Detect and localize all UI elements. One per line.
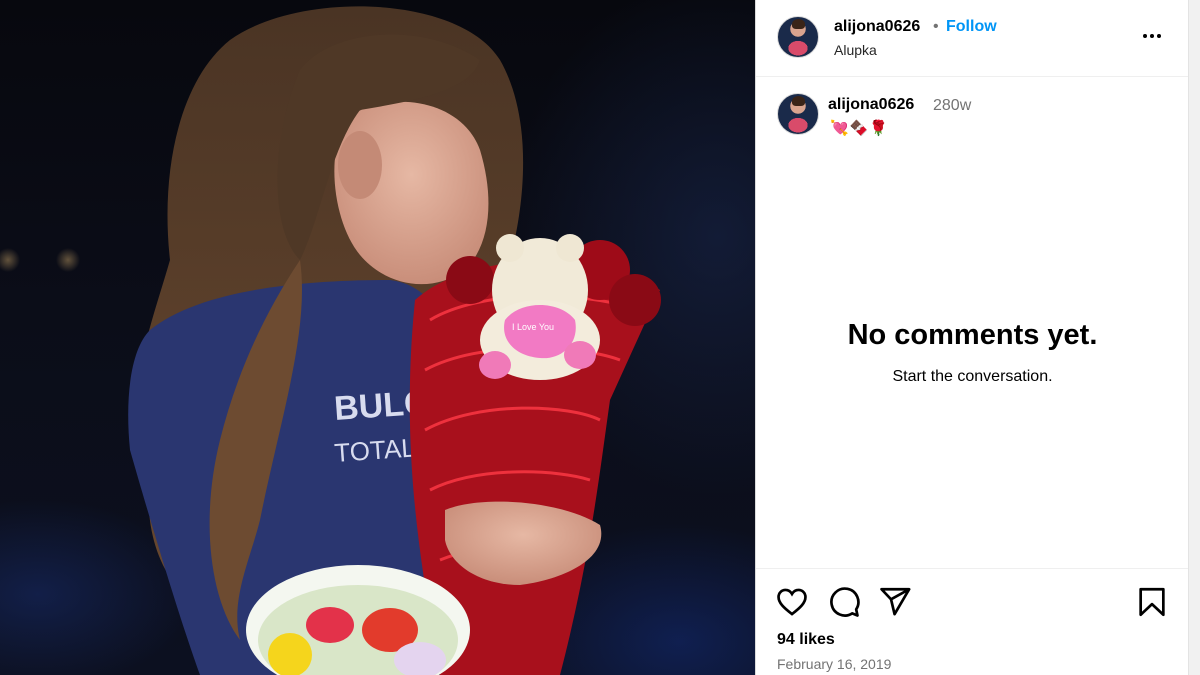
post-header: alijona0626 • Follow Alupka	[756, 0, 1189, 77]
more-options-icon[interactable]	[1140, 24, 1164, 48]
bokeh-light	[56, 248, 80, 272]
teddy-paw	[479, 351, 511, 379]
likes-count[interactable]: 94 likes	[777, 630, 835, 650]
rose-emoji: 🌹	[869, 120, 890, 137]
bookmark-icon[interactable]	[1135, 585, 1169, 619]
caption-timestamp[interactable]: 280w	[933, 96, 971, 116]
comment-icon[interactable]	[827, 585, 861, 619]
heart-icon[interactable]	[775, 585, 809, 619]
more-dot	[1157, 34, 1161, 38]
scrollbar-track[interactable]	[1188, 0, 1200, 675]
rose	[446, 256, 494, 304]
post-photo[interactable]: BULG TOTAL I Love You	[0, 0, 755, 675]
location-link[interactable]: Alupka	[834, 41, 877, 59]
teddy-paw	[564, 341, 596, 369]
post-actions: 94 likes February 16, 2019	[756, 568, 1189, 675]
ear	[338, 131, 382, 199]
photo-illustration: BULG TOTAL I Love You	[0, 6, 661, 675]
shirt-text: TOTAL	[333, 432, 416, 468]
more-dot	[1150, 34, 1154, 38]
egg-candy	[306, 607, 354, 643]
teddy-text: I Love You	[512, 322, 554, 332]
post-date[interactable]: February 16, 2019	[777, 655, 891, 673]
no-comments-subtitle: Start the conversation.	[892, 368, 1053, 385]
caption-avatar[interactable]	[777, 93, 819, 135]
teddy-ear	[496, 234, 524, 262]
chocolate-emoji: 🍫	[849, 120, 870, 137]
caption-username-link[interactable]: alijona0626	[828, 95, 914, 115]
teddy-ear	[556, 234, 584, 262]
smiley-candy	[268, 633, 312, 675]
username-link[interactable]: alijona0626	[834, 17, 920, 37]
no-comments-title: No comments yet.	[847, 319, 1098, 351]
bokeh-light	[0, 248, 20, 272]
separator-dot: •	[933, 18, 939, 35]
post-side-panel: alijona0626 • Follow Alupka alijona0626 …	[755, 0, 1189, 675]
rose	[609, 274, 661, 326]
avatar[interactable]	[777, 16, 819, 58]
caption-text: 💘🍫🌹	[830, 120, 889, 138]
follow-button[interactable]: Follow	[946, 17, 997, 37]
heart-emoji: 💘	[830, 120, 850, 137]
more-dot	[1143, 34, 1147, 38]
share-icon[interactable]	[878, 585, 912, 619]
